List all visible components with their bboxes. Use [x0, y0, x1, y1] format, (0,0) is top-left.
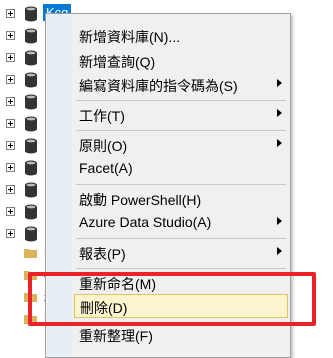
expand-icon[interactable] — [6, 119, 15, 128]
menu-item-policies[interactable]: 原則(O) — [48, 132, 288, 156]
expand-icon[interactable] — [6, 229, 15, 238]
submenu-arrow-icon — [277, 79, 282, 87]
menu-item-script-database-as[interactable]: 編寫資料庫的指令碼為(S) — [48, 72, 288, 96]
expand-icon[interactable] — [6, 163, 15, 172]
database-icon — [25, 50, 37, 66]
menu-item-label: 啟動 PowerShell(H) — [79, 192, 202, 208]
database-icon — [25, 182, 37, 198]
submenu-arrow-icon — [277, 247, 282, 255]
menu-item-tasks[interactable]: 工作(T) — [48, 102, 288, 126]
folder-icon — [24, 249, 37, 258]
annotation-highlight-box — [28, 272, 316, 326]
database-icon — [25, 6, 37, 22]
menu-item-label: Facet(A) — [79, 160, 133, 176]
expand-icon[interactable] — [6, 185, 15, 194]
expand-icon[interactable] — [6, 207, 15, 216]
submenu-arrow-icon — [277, 217, 282, 225]
menu-item-label: 新增資料庫(N)... — [79, 29, 181, 45]
expand-icon[interactable] — [6, 141, 15, 150]
menu-separator — [76, 100, 286, 101]
database-icon — [25, 138, 37, 154]
menu-item-label: 工作(T) — [79, 108, 125, 124]
menu-item-label: 報表(P) — [79, 246, 126, 262]
submenu-arrow-icon — [277, 109, 282, 117]
expand-icon[interactable] — [6, 9, 15, 18]
menu-separator — [76, 238, 286, 239]
menu-item-reports[interactable]: 報表(P) — [48, 240, 288, 264]
menu-item-facets[interactable]: Facet(A) — [48, 156, 288, 180]
expand-icon[interactable] — [6, 31, 15, 40]
menu-separator — [76, 184, 286, 185]
expand-icon[interactable] — [6, 75, 15, 84]
menu-item-start-powershell[interactable]: 啟動 PowerShell(H) — [48, 186, 288, 210]
database-icon — [25, 160, 37, 176]
database-icon — [25, 72, 37, 88]
menu-item-label: 新增查詢(Q) — [79, 54, 156, 70]
menu-item-label: 編寫資料庫的指令碼為(S) — [79, 78, 238, 94]
menu-item-label: Azure Data Studio(A) — [79, 214, 212, 230]
menu-item-label: 重新整理(F) — [79, 328, 153, 344]
submenu-arrow-icon — [277, 139, 282, 147]
menu-item-azure-data-studio[interactable]: Azure Data Studio(A) — [48, 210, 288, 234]
menu-item-new-query[interactable]: 新增查詢(Q) — [48, 48, 288, 72]
database-icon — [25, 226, 37, 242]
menu-separator — [76, 130, 286, 131]
expand-icon[interactable] — [6, 53, 15, 62]
menu-item-new-database[interactable]: 新增資料庫(N)... — [48, 23, 288, 47]
expand-icon[interactable] — [6, 97, 15, 106]
database-icon — [25, 94, 37, 110]
database-icon — [25, 116, 37, 132]
database-icon — [25, 28, 37, 44]
menu-separator — [76, 268, 286, 269]
menu-item-label: 原則(O) — [79, 138, 128, 154]
database-icon — [25, 204, 37, 220]
